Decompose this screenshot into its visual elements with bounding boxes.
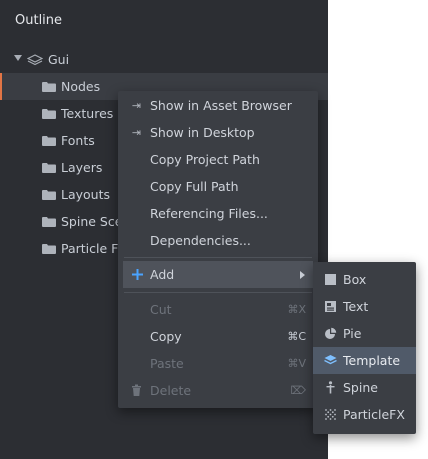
menu-item-shortcut: ⌘V bbox=[287, 357, 306, 370]
folder-icon bbox=[42, 163, 56, 173]
tree-root-gui[interactable]: Gui bbox=[0, 46, 328, 73]
folder-icon bbox=[42, 190, 56, 200]
menu-item-add[interactable]: Add bbox=[123, 261, 313, 288]
reveal-arrow-icon: ⇥ bbox=[131, 99, 142, 112]
menu-item-show-in-desktop[interactable]: ⇥ Show in Desktop bbox=[118, 119, 318, 146]
menu-item-label: Paste bbox=[150, 356, 184, 371]
submenu-item-box[interactable]: Box bbox=[313, 266, 416, 293]
folder-icon bbox=[42, 136, 56, 146]
tree-root-label: Gui bbox=[48, 52, 70, 67]
menu-item-label: Show in Desktop bbox=[150, 125, 255, 140]
gui-layers-icon bbox=[27, 54, 43, 66]
tree-item-label: Fonts bbox=[61, 133, 95, 148]
plus-icon bbox=[132, 269, 143, 280]
tree-item-label: Layers bbox=[61, 160, 103, 175]
panel-title: Outline bbox=[15, 13, 63, 28]
box-icon bbox=[325, 274, 336, 285]
menu-item-label: Referencing Files... bbox=[150, 206, 268, 221]
submenu-item-label: Text bbox=[343, 299, 369, 314]
context-menu: ⇥ Show in Asset Browser ⇥ Show in Deskto… bbox=[118, 91, 318, 408]
menu-item-show-in-asset-browser[interactable]: ⇥ Show in Asset Browser bbox=[118, 92, 318, 119]
menu-item-copy[interactable]: Copy ⌘C bbox=[118, 323, 318, 350]
submenu-item-label: ParticleFX bbox=[343, 407, 405, 422]
pie-icon bbox=[325, 327, 337, 339]
folder-icon bbox=[42, 244, 56, 254]
menu-item-cut[interactable]: Cut ⌘X bbox=[118, 296, 318, 323]
menu-item-copy-full-path[interactable]: Copy Full Path bbox=[118, 173, 318, 200]
submenu-item-text[interactable]: Text bbox=[313, 293, 416, 320]
text-icon bbox=[325, 301, 336, 312]
particlefx-icon bbox=[325, 409, 336, 420]
submenu-item-particlefx[interactable]: ParticleFX bbox=[313, 401, 416, 428]
folder-icon bbox=[42, 82, 56, 92]
submenu-arrow-icon bbox=[300, 271, 305, 279]
menu-item-shortcut: ⌦ bbox=[290, 384, 306, 397]
submenu-item-label: Pie bbox=[343, 326, 362, 341]
menu-item-copy-project-path[interactable]: Copy Project Path bbox=[118, 146, 318, 173]
menu-item-label: Show in Asset Browser bbox=[150, 98, 292, 113]
submenu-item-spine[interactable]: Spine bbox=[313, 374, 416, 401]
menu-item-label: Copy Full Path bbox=[150, 179, 239, 194]
menu-separator bbox=[124, 257, 312, 258]
menu-item-label: Dependencies... bbox=[150, 233, 251, 248]
template-layers-icon bbox=[324, 355, 337, 365]
submenu-item-label: Template bbox=[343, 353, 401, 368]
submenu-item-label: Box bbox=[343, 272, 367, 287]
menu-item-label: Copy bbox=[150, 329, 182, 344]
folder-icon bbox=[42, 109, 56, 119]
menu-item-referencing-files[interactable]: Referencing Files... bbox=[118, 200, 318, 227]
menu-item-label: Delete bbox=[150, 383, 192, 398]
submenu-item-label: Spine bbox=[343, 380, 378, 395]
menu-item-label: Copy Project Path bbox=[150, 152, 260, 167]
spine-figure-icon bbox=[326, 381, 335, 394]
trash-icon bbox=[132, 384, 141, 396]
menu-item-dependencies[interactable]: Dependencies... bbox=[118, 227, 318, 254]
add-submenu: Box Text Pie Template Spine ParticleFX bbox=[313, 262, 416, 434]
menu-item-label: Cut bbox=[150, 302, 172, 317]
expand-triangle-icon[interactable] bbox=[14, 55, 22, 61]
menu-item-paste[interactable]: Paste ⌘V bbox=[118, 350, 318, 377]
folder-icon bbox=[42, 217, 56, 227]
tree-item-label: Nodes bbox=[61, 79, 101, 94]
menu-item-delete[interactable]: Delete ⌦ bbox=[118, 377, 318, 404]
tree-item-label: Textures bbox=[61, 106, 114, 121]
reveal-arrow-icon: ⇥ bbox=[131, 126, 142, 139]
tree-item-label: Layouts bbox=[61, 187, 111, 202]
menu-item-shortcut: ⌘X bbox=[287, 303, 306, 316]
menu-item-label: Add bbox=[150, 267, 175, 282]
menu-separator bbox=[124, 292, 312, 293]
menu-item-shortcut: ⌘C bbox=[287, 330, 306, 343]
submenu-item-template[interactable]: Template bbox=[313, 347, 416, 374]
submenu-item-pie[interactable]: Pie bbox=[313, 320, 416, 347]
